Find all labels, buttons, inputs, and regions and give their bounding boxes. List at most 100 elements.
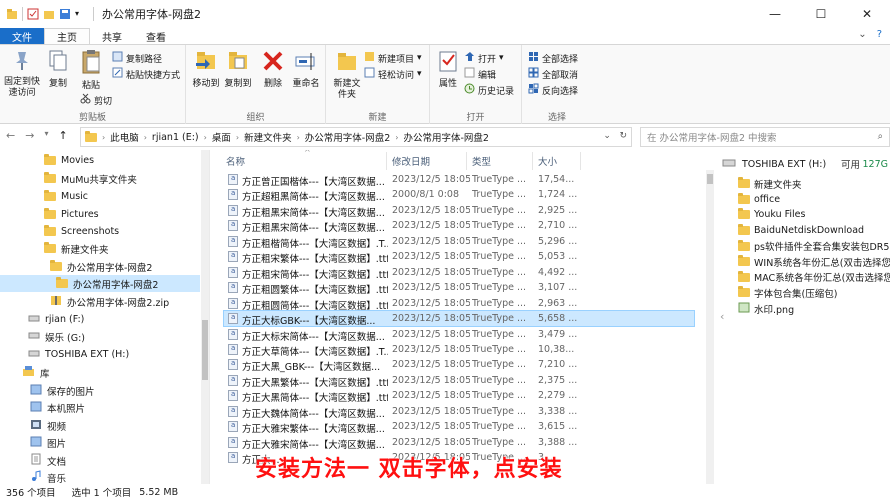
up-arrow-icon[interactable]: ↑ — [58, 129, 67, 142]
breadcrumb-drive-e[interactable]: rjian1 (E:) — [152, 132, 199, 143]
nav-item-screenshots[interactable]: Screenshots — [44, 223, 119, 240]
history-button[interactable]: 历史记录 — [464, 83, 514, 97]
nav-item-fonts-current[interactable]: 办公常用字体-网盘2 — [0, 275, 200, 292]
table-row[interactable]: 方正粗楷简体---【大湾区数据】.T... 2023/12/5 18:05True… — [224, 234, 694, 250]
select-none-button[interactable]: 全部取消 — [528, 67, 578, 81]
easy-access-button[interactable]: 轻松访问 ▾ — [364, 67, 422, 81]
collapse-pane-icon[interactable]: ‹ — [720, 310, 724, 323]
right-pane-item[interactable]: BaiduNetdiskDownload — [738, 223, 864, 239]
table-row[interactable]: 方正粗宋繁体---【大湾区数据】.ttf 2023/12/5 18:05TrueT… — [224, 249, 694, 265]
nav-item-mumu[interactable]: MuMu共享文件夹 — [44, 170, 137, 187]
breadcrumb-fonts-parent[interactable]: 办公常用字体-网盘2 — [305, 130, 390, 144]
nav-item-pictures[interactable]: Pictures — [44, 206, 99, 223]
move-to-button[interactable]: 移动到 — [190, 49, 222, 90]
table-row[interactable]: 方正曾正国楷体---【大湾区数据... 2023/12/5 18:05TrueTy… — [224, 172, 694, 188]
nav-item-fonts-zip[interactable]: 办公常用字体-网盘2.zip — [50, 293, 169, 310]
delete-button[interactable]: 删除 — [260, 49, 286, 90]
nav-scrollbar-thumb[interactable] — [202, 320, 208, 380]
edit-button[interactable]: 编辑 — [464, 67, 496, 81]
table-row[interactable]: 方正超粗黑简体---【大湾区数据... 2000/8/1 0:08 TrueType… — [224, 187, 694, 203]
address-dropdown-icon[interactable]: ⌄ — [603, 131, 611, 141]
right-pane-item[interactable]: Youku Files — [738, 207, 805, 223]
invert-selection-button[interactable]: 反向选择 — [528, 83, 578, 97]
open-button[interactable]: 打开 ▾ — [464, 51, 504, 65]
table-row[interactable]: 方正大黑_GBK---【大湾区数据... 2023/12/5 18:05TrueT… — [224, 357, 694, 373]
nav-item-libraries[interactable]: 库 — [22, 364, 50, 381]
column-divider[interactable] — [386, 152, 387, 170]
nav-item-documents[interactable]: 文档 — [30, 452, 66, 469]
breadcrumb-fonts-current[interactable]: 办公常用字体-网盘2 — [403, 130, 488, 144]
nav-item-camera-roll[interactable]: 本机照片 — [30, 399, 85, 416]
paste-shortcut-button[interactable]: 粘贴快捷方式 — [112, 67, 180, 81]
nav-item-music[interactable]: Music — [44, 188, 88, 205]
properties-button[interactable]: 属性 — [434, 49, 462, 90]
new-item-button[interactable]: 新建项目 ▾ — [364, 51, 422, 65]
maximize-button[interactable]: ☐ — [798, 0, 844, 28]
save-icon[interactable] — [59, 8, 71, 20]
nav-item-images[interactable]: 图片 — [30, 434, 66, 451]
column-header-date[interactable]: 修改日期 — [392, 154, 430, 168]
minimize-button[interactable]: — — [752, 0, 798, 28]
right-pane-item[interactable]: 字体包合集(压缩包) — [738, 285, 837, 301]
column-divider[interactable] — [580, 152, 581, 170]
nav-item-drive-g[interactable]: 娱乐 (G:) — [28, 328, 85, 345]
file-list-scrollbar[interactable] — [706, 170, 714, 484]
table-row[interactable]: 方正大黑繁体---【大湾区数据】.ttf 2023/12/5 18:05TrueT… — [224, 373, 694, 389]
table-row[interactable]: 方正粗黑宋简体---【大湾区数据... 2023/12/5 18:05TrueTy… — [224, 203, 694, 219]
nav-item-videos[interactable]: 视频 — [30, 417, 66, 434]
breadcrumb-this-pc[interactable]: 此电脑 — [110, 130, 139, 144]
refresh-icon[interactable]: ↻ — [619, 131, 627, 141]
table-row[interactable]: 方正大雅宋繁体---【大湾区数据... 2023/12/5 18:05TrueTy… — [224, 419, 694, 435]
file-list-scrollbar-thumb[interactable] — [707, 174, 713, 184]
drive-info[interactable]: TOSHIBA EXT (H:) 可用 127G — [722, 154, 890, 174]
copy-button[interactable]: 复制 — [44, 49, 72, 90]
right-pane-item[interactable]: 水印.png — [738, 301, 794, 317]
cut-button[interactable]: 剪切 — [80, 93, 112, 107]
copy-to-button[interactable]: 复制到 — [222, 49, 254, 90]
nav-item-fonts-parent[interactable]: 办公常用字体-网盘2 — [50, 258, 152, 275]
nav-item-drive-h[interactable]: TOSHIBA EXT (H:) — [28, 346, 129, 363]
right-pane-item[interactable]: ps软件插件全套合集安装包DR5人... — [738, 238, 890, 254]
nav-item-drive-f[interactable]: rjian (F:) — [28, 311, 84, 328]
table-row[interactable]: 方正大标GBK---【大湾区数据... 2023/12/5 18:05TrueTy… — [223, 310, 695, 328]
column-divider[interactable] — [532, 152, 533, 170]
nav-item-movies[interactable]: Movies — [44, 152, 94, 169]
table-row[interactable]: 方正大黑简体---【大湾区数据】.ttf 2023/12/5 18:05TrueT… — [224, 388, 694, 404]
right-pane-item[interactable]: 新建文件夹 — [738, 176, 802, 192]
table-row[interactable]: 方正粗圆繁体---【大湾区数据】.ttf 2023/12/5 18:05TrueT… — [224, 280, 694, 296]
paste-button[interactable]: 粘贴 — [76, 49, 106, 92]
tab-share[interactable]: 共享 — [90, 28, 134, 44]
right-pane-item[interactable]: WIN系统各年份汇总(双击选择您需... — [738, 254, 890, 270]
collapse-ribbon-icon[interactable]: ⌄ — [858, 29, 866, 40]
column-header-size[interactable]: 大小 — [538, 154, 557, 168]
tab-file[interactable]: 文件 — [0, 28, 44, 44]
back-arrow-icon[interactable]: ← — [6, 129, 15, 142]
search-input[interactable]: 在 办公常用字体-网盘2 中搜索 ⌕ — [640, 127, 890, 147]
table-row[interactable]: 方正粗宋简体---【大湾区数据】.ttf 2023/12/5 18:05TrueT… — [224, 265, 694, 281]
nav-scrollbar[interactable] — [201, 150, 209, 484]
recent-dropdown-icon[interactable]: ▾ — [44, 129, 48, 142]
new-folder-icon[interactable] — [43, 8, 55, 20]
help-icon[interactable]: ? — [877, 29, 882, 40]
close-button[interactable]: ✕ — [844, 0, 890, 28]
table-row[interactable]: 方正大雅宋简体---【大湾区数据... 2023/12/5 18:05TrueTy… — [224, 435, 694, 451]
table-row[interactable]: 方正粗圆简体---【大湾区数据】.ttf 2023/12/5 18:05TrueT… — [224, 296, 694, 312]
tab-view[interactable]: 查看 — [134, 28, 178, 44]
table-row[interactable]: 方正大标宋简体---【大湾区数据... 2023/12/5 18:05TrueTy… — [224, 327, 694, 343]
tab-home[interactable]: 主页 — [44, 28, 90, 44]
address-bar[interactable]: › 此电脑 › rjian1 (E:) › 桌面 › 新建文件夹 › 办公常用字… — [80, 127, 632, 147]
forward-arrow-icon[interactable]: → — [25, 129, 34, 142]
nav-item-new-folder[interactable]: 新建文件夹 — [44, 240, 109, 257]
column-header-name[interactable]: 名称 — [226, 154, 245, 168]
copy-path-button[interactable]: 复制路径 — [112, 51, 162, 65]
new-folder-button[interactable]: 新建文件夹 — [330, 49, 364, 101]
nav-item-saved-pictures[interactable]: 保存的图片 — [30, 382, 95, 399]
pin-quick-access-button[interactable]: 固定到快速访问 — [4, 49, 40, 99]
column-header-type[interactable]: 类型 — [472, 154, 491, 168]
customize-dropdown-icon[interactable]: ▾ — [75, 8, 87, 20]
table-row[interactable]: 方正大魏体简体---【大湾区数据... 2023/12/5 18:05TrueTy… — [224, 404, 694, 420]
table-row[interactable]: 方正粗黑宋简体---【大湾区数据... 2023/12/5 18:05TrueTy… — [224, 218, 694, 234]
breadcrumb-new-folder[interactable]: 新建文件夹 — [244, 130, 292, 144]
properties-check-icon[interactable] — [27, 8, 39, 20]
table-row[interactable]: 方正大草简体---【大湾区数据】.T... 2023/12/5 18:05True… — [224, 342, 694, 358]
